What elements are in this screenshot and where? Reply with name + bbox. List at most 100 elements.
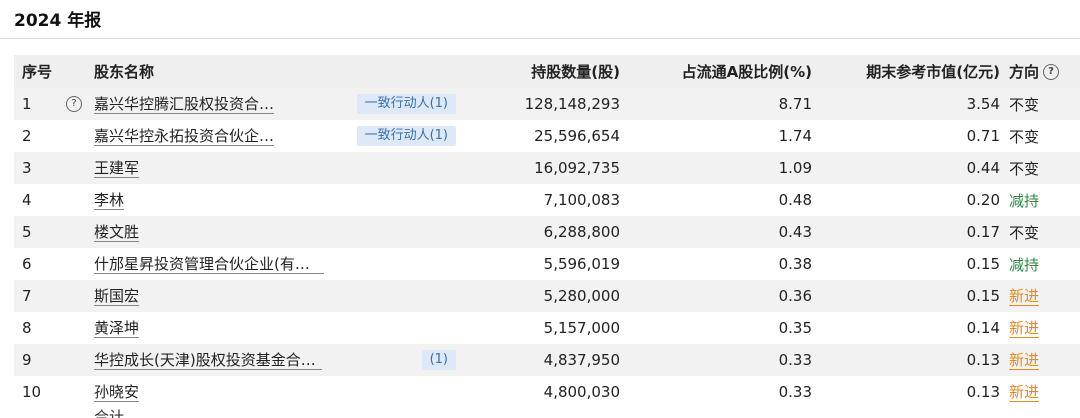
- direction-label: 不变: [1009, 95, 1040, 114]
- shareholder-name-link[interactable]: 嘉兴华控永拓投资合伙企…: [94, 127, 275, 146]
- page-title: 2024 年报: [14, 11, 102, 31]
- row-value: 0.14: [966, 319, 1000, 337]
- row-value: 0.13: [966, 383, 1000, 401]
- shareholder-name-link[interactable]: 华控成长(天津)股权投资基金合伙企…: [94, 351, 322, 370]
- row-shares: 7,100,083: [543, 191, 620, 209]
- title-divider: [0, 38, 1080, 39]
- row-index: 10: [22, 383, 42, 401]
- direction-label[interactable]: 新进: [1009, 319, 1040, 338]
- table-row: 2 嘉兴华控永拓投资合伙企… 一致行动人(1) 25,596,654 1.74 0.71 不…: [14, 120, 1080, 152]
- row-value: 0.71: [966, 127, 1000, 145]
- row-index: 7: [22, 287, 32, 305]
- header-value[interactable]: 期末参考市值(亿元): [814, 55, 1000, 88]
- header-direction-label: 方向: [1009, 63, 1040, 81]
- row-value: 0.20: [966, 191, 1000, 209]
- row-value: 3.54: [966, 95, 1000, 113]
- row-shares: 16,092,735: [534, 159, 620, 177]
- row-help: ?: [64, 88, 84, 120]
- table-row: 1? 嘉兴华控腾汇股权投资合… 一致行动人(1) 128,148,293 8.71 3.5…: [14, 88, 1080, 120]
- shareholder-name-link[interactable]: 什邡星昇投资管理合伙企业(有限合伙): [94, 255, 324, 274]
- direction-label: 减持: [1009, 191, 1040, 210]
- direction-label: 减持: [1009, 255, 1040, 274]
- table-row: 8 黄泽坤 5,157,000 0.35 0.14 新进: [14, 312, 1080, 344]
- direction-label[interactable]: 新进: [1009, 383, 1040, 402]
- row-index: 6: [22, 255, 32, 273]
- help-icon[interactable]: ?: [66, 96, 82, 112]
- row-name[interactable]: 李林: [94, 184, 324, 216]
- row-name[interactable]: 嘉兴华控永拓投资合伙企…: [94, 120, 324, 152]
- row-ratio: 8.71: [778, 95, 812, 113]
- shareholder-name-link[interactable]: 孙晓安: [94, 383, 140, 402]
- row-ratio: 0.33: [778, 351, 812, 369]
- row-value: 0.13: [966, 351, 1000, 369]
- direction-help-icon[interactable]: ?: [1043, 63, 1060, 80]
- header-name: 股东名称: [94, 63, 155, 81]
- row-name[interactable]: 嘉兴华控腾汇股权投资合…: [94, 88, 324, 120]
- row-name[interactable]: 华控成长(天津)股权投资基金合伙企…: [94, 344, 324, 376]
- row-name[interactable]: 黄泽坤: [94, 312, 324, 344]
- row-name[interactable]: 什邡星昇投资管理合伙企业(有限合伙): [94, 248, 324, 280]
- row-shares: 6,288,800: [543, 223, 620, 241]
- row-ratio: 0.43: [778, 223, 812, 241]
- row-value: 0.17: [966, 223, 1000, 241]
- row-direction: 减持: [1009, 248, 1079, 280]
- row-direction: 新进: [1009, 376, 1079, 408]
- row-index: 2: [22, 127, 32, 145]
- row-value: 0.44: [966, 159, 1000, 177]
- row-index: 1: [22, 95, 32, 113]
- direction-label: 不变: [1009, 223, 1040, 242]
- table-row: 6 什邡星昇投资管理合伙企业(有限合伙) 5,596,019 0.38 0.15 减持: [14, 248, 1080, 280]
- row-shares: 25,596,654: [534, 127, 620, 145]
- row-tag: 一致行动人(1): [324, 120, 456, 152]
- row-index: 5: [22, 223, 32, 241]
- row-name[interactable]: 斯国宏: [94, 280, 324, 312]
- shareholder-table: 序号 股东名称 持股数量(股) 占流通A股比例(%) 期末参考市值(亿元) 方向…: [14, 55, 1080, 408]
- table-row: 9 华控成长(天津)股权投资基金合伙企… (1) 4,837,950 0.33 0.13 新…: [14, 344, 1080, 376]
- row-direction: 新进: [1009, 344, 1079, 376]
- row-ratio: 0.35: [778, 319, 812, 337]
- direction-label: 不变: [1009, 127, 1040, 146]
- row-ratio: 0.48: [778, 191, 812, 209]
- table-header-row: 序号 股东名称 持股数量(股) 占流通A股比例(%) 期末参考市值(亿元) 方向…: [14, 55, 1080, 88]
- row-direction: 新进: [1009, 280, 1079, 312]
- row-direction: 不变: [1009, 216, 1079, 248]
- footer-total-label: 合计: [94, 408, 125, 418]
- row-tag: 一致行动人(1): [324, 88, 456, 120]
- shareholder-name-link[interactable]: 楼文胜: [94, 223, 140, 242]
- row-shares: 4,837,950: [543, 351, 620, 369]
- direction-label: 不变: [1009, 159, 1040, 178]
- row-shares: 4,800,030: [543, 383, 620, 401]
- row-index: 3: [22, 159, 32, 177]
- row-ratio: 1.09: [778, 159, 812, 177]
- row-tag: (1): [324, 344, 456, 376]
- concerted-party-tag[interactable]: 一致行动人(1): [356, 94, 456, 114]
- shareholder-name-link[interactable]: 嘉兴华控腾汇股权投资合…: [94, 95, 275, 114]
- table-row: 10 孙晓安 4,800,030 0.33 0.13 新进: [14, 376, 1080, 408]
- shareholder-name-link[interactable]: 王建军: [94, 159, 140, 178]
- table-row: 3 王建军 16,092,735 1.09 0.44 不变: [14, 152, 1080, 184]
- row-ratio: 0.36: [778, 287, 812, 305]
- table-row: 7 斯国宏 5,280,000 0.36 0.15 新进: [14, 280, 1080, 312]
- concerted-party-tag[interactable]: (1): [421, 350, 456, 370]
- shareholder-name-link[interactable]: 李林: [94, 191, 125, 210]
- row-value: 0.15: [966, 287, 1000, 305]
- header-shares[interactable]: 持股数量(股): [460, 55, 620, 88]
- header-direction: 方向 ?: [1009, 55, 1079, 88]
- table-row: 4 李林 7,100,083 0.48 0.20 减持: [14, 184, 1080, 216]
- direction-label[interactable]: 新进: [1009, 351, 1040, 370]
- row-value: 0.15: [966, 255, 1000, 273]
- header-ratio[interactable]: 占流通A股比例(%): [626, 55, 812, 88]
- row-shares: 128,148,293: [524, 95, 620, 113]
- row-name[interactable]: 楼文胜: [94, 216, 324, 248]
- concerted-party-tag[interactable]: 一致行动人(1): [356, 126, 456, 146]
- shareholder-name-link[interactable]: 黄泽坤: [94, 319, 140, 338]
- row-name[interactable]: 王建军: [94, 152, 324, 184]
- direction-label[interactable]: 新进: [1009, 287, 1040, 306]
- table-footer-row: 合计: [14, 408, 1080, 418]
- row-shares: 5,280,000: [543, 287, 620, 305]
- header-index: 序号: [22, 63, 53, 81]
- row-ratio: 0.33: [778, 383, 812, 401]
- table-row: 5 楼文胜 6,288,800 0.43 0.17 不变: [14, 216, 1080, 248]
- shareholder-name-link[interactable]: 斯国宏: [94, 287, 140, 306]
- row-name[interactable]: 孙晓安: [94, 376, 324, 408]
